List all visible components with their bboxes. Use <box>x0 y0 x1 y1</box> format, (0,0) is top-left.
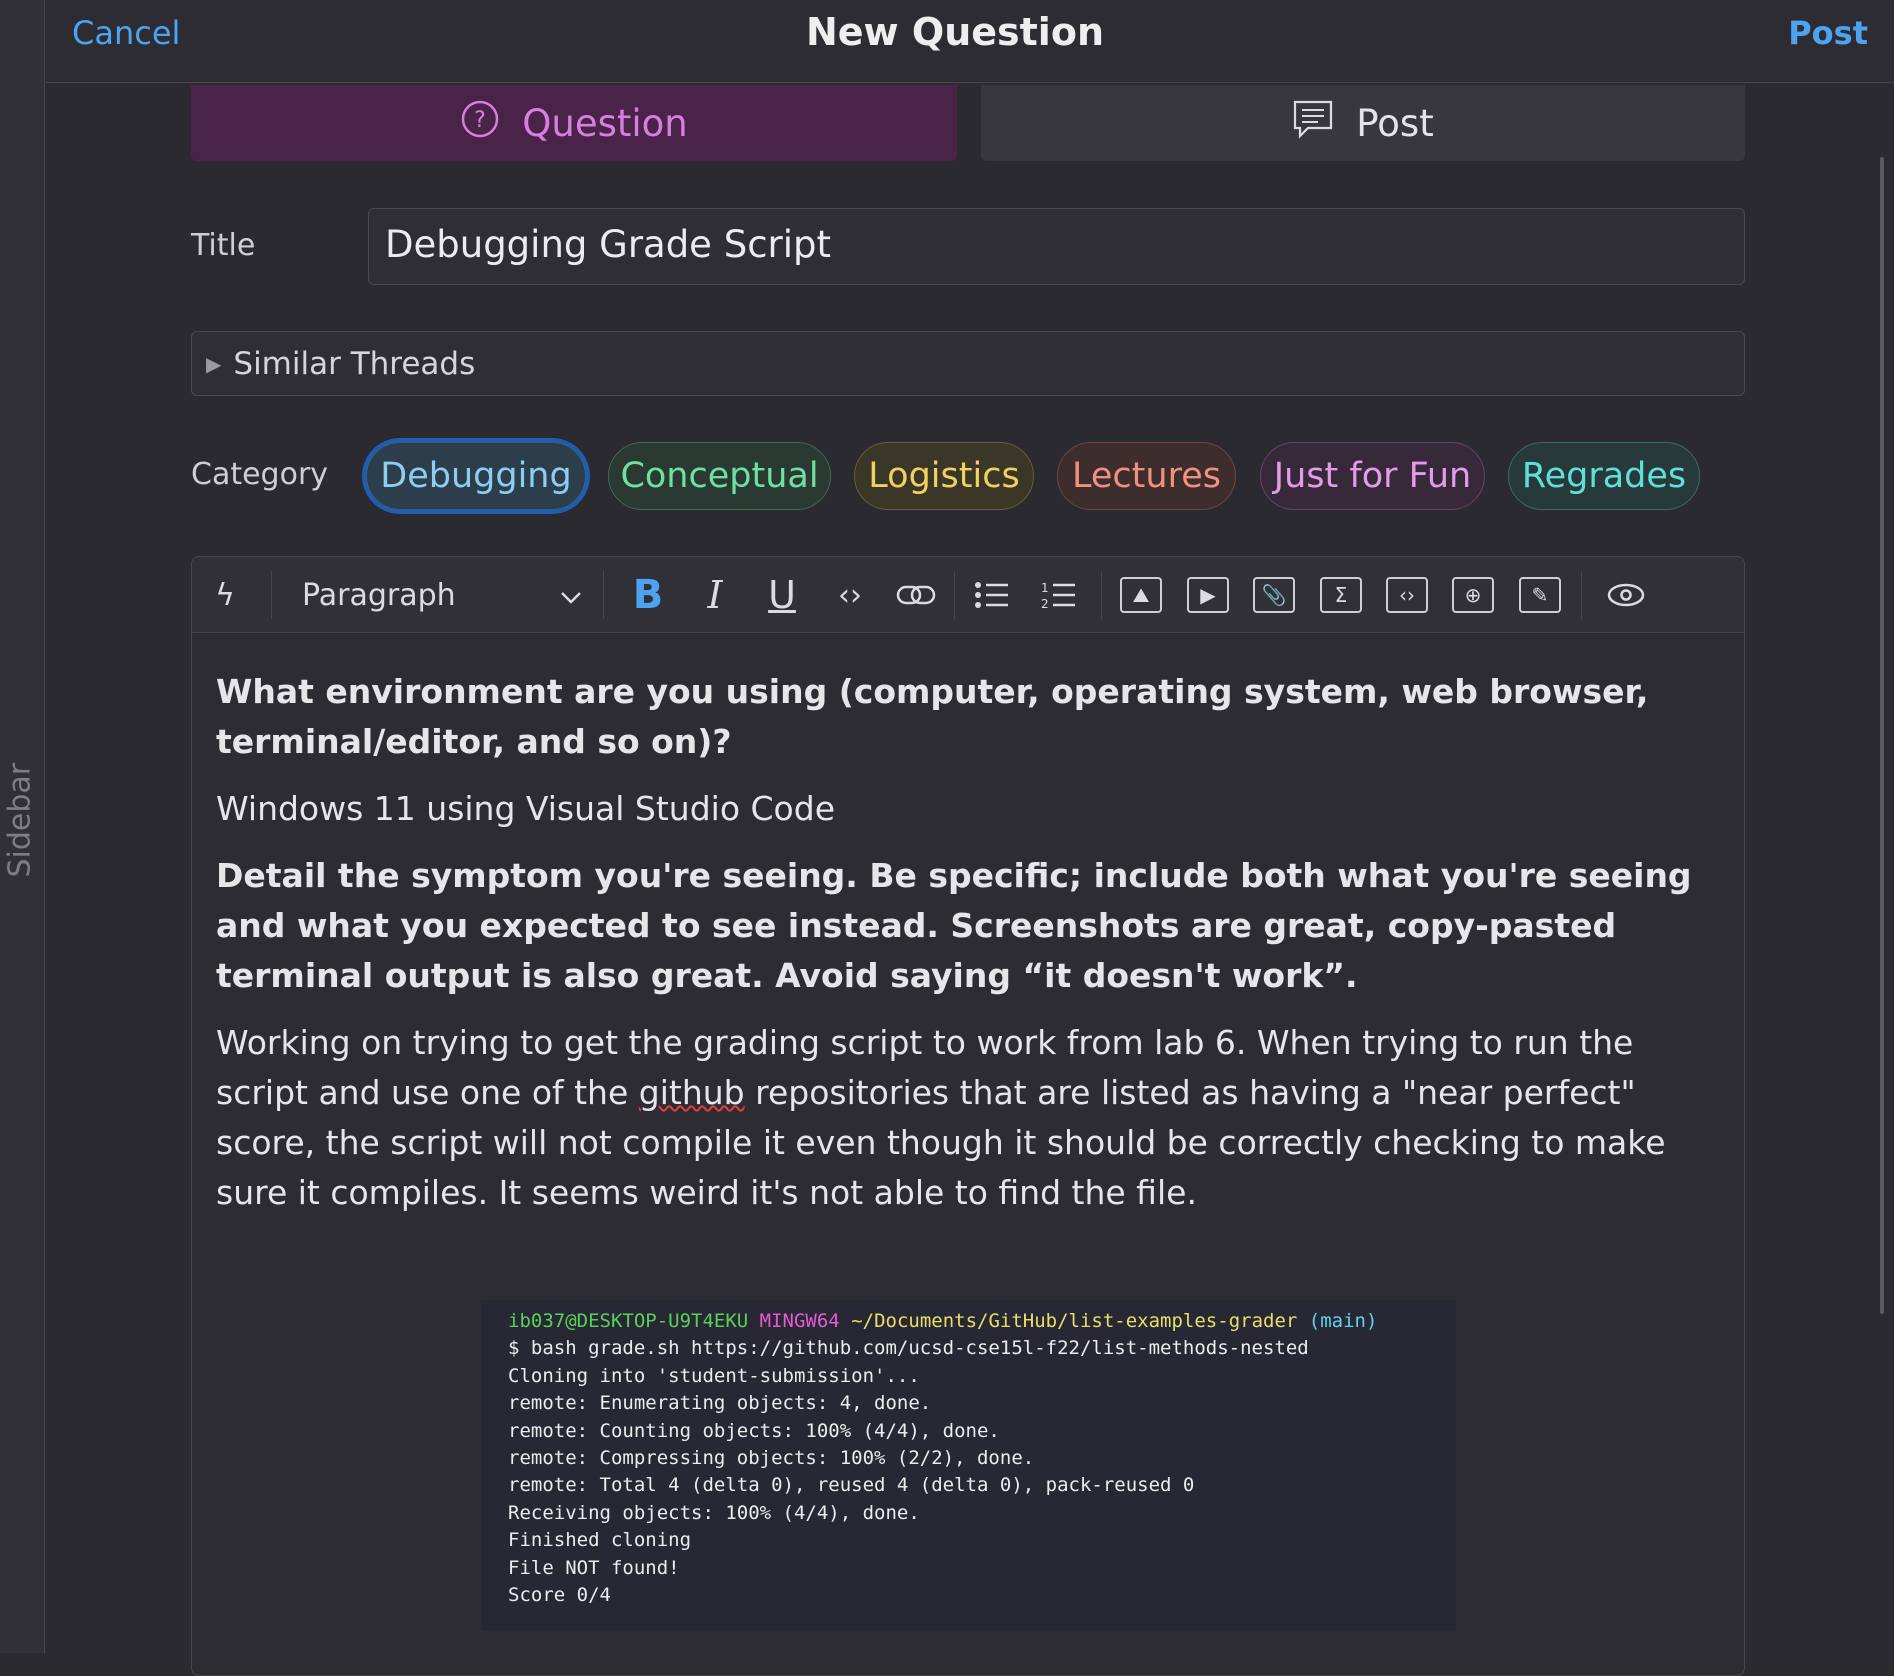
answer-environment: Windows 11 using Visual Studio Code <box>216 789 835 828</box>
link-icon[interactable] <box>892 573 940 617</box>
lightning-icon[interactable]: ϟ <box>210 573 240 617</box>
answer-symptom: Working on trying to get the grading scr… <box>216 1018 1726 1218</box>
similar-threads-toggle[interactable]: ▶ Similar Threads <box>191 331 1745 396</box>
terminal-line: Score 0/4 <box>508 1584 611 1607</box>
terminal-line: remote: Counting objects: 100% (4/4), do… <box>508 1419 1000 1442</box>
sidebar[interactable]: Sidebar <box>0 0 45 1653</box>
terminal-line: remote: Enumerating objects: 4, done. <box>508 1392 932 1415</box>
underline-button[interactable]: U <box>762 573 802 617</box>
italic-button[interactable]: I <box>695 573 735 617</box>
terminal-screenshot: ib037@DESKTOP-U9T4EKU MINGW64 ~/Document… <box>481 1300 1456 1631</box>
category-conceptual[interactable]: Conceptual <box>608 442 831 510</box>
preview-eye-icon[interactable] <box>1604 573 1648 617</box>
category-logistics[interactable]: Logistics <box>854 442 1034 510</box>
divider <box>954 571 955 619</box>
video-icon[interactable]: ▶ <box>1187 573 1229 617</box>
inline-code-icon[interactable]: ‹› <box>828 573 872 617</box>
web-embed-icon[interactable]: ⊕ <box>1452 573 1494 617</box>
svg-text:?: ? <box>474 108 486 133</box>
bold-button[interactable]: B <box>628 572 668 618</box>
terminal-line: Finished cloning <box>508 1529 692 1552</box>
caret-right-icon: ▶ <box>206 351 222 376</box>
scrollbar[interactable] <box>1880 157 1884 1314</box>
math-icon[interactable]: Σ <box>1320 573 1362 617</box>
comment-lines-icon <box>1292 99 1334 148</box>
image-icon[interactable]: ⛰ <box>1120 573 1162 617</box>
numbered-list-icon[interactable]: 12 <box>1039 573 1079 617</box>
category-regrades[interactable]: Regrades <box>1508 442 1700 510</box>
sidebar-label: Sidebar <box>2 762 38 878</box>
editor-toolbar: ϟ Paragraph B I U ‹› 12 ⛰ ▶ 📎 Σ ‹› ⊕ ✎ <box>192 557 1744 633</box>
tab-label: Post <box>1356 101 1434 145</box>
category-debugging[interactable]: Debugging <box>366 442 586 510</box>
chevron-down-icon <box>560 578 582 613</box>
prompt-environment: What environment are you using (computer… <box>216 672 1649 761</box>
divider <box>1581 571 1582 619</box>
title-input[interactable]: Debugging Grade Script <box>368 208 1745 285</box>
code-block-icon[interactable]: ‹› <box>1386 573 1428 617</box>
drawing-icon[interactable]: ✎ <box>1519 573 1561 617</box>
misspelled-word: github <box>638 1073 745 1112</box>
divider <box>1101 571 1102 619</box>
attachment-icon[interactable]: 📎 <box>1253 573 1295 617</box>
terminal-line: remote: Total 4 (delta 0), reused 4 (del… <box>508 1474 1195 1497</box>
header: Cancel New Question Post <box>46 0 1894 83</box>
tab-question[interactable]: ? Question <box>191 85 957 161</box>
terminal-line: $ bash grade.sh https://github.com/ucsd-… <box>508 1337 1309 1360</box>
question-circle-icon: ? <box>460 99 500 148</box>
editor-content[interactable]: What environment are you using (computer… <box>216 667 1726 1235</box>
bullet-list-icon[interactable] <box>972 573 1012 617</box>
svg-text:2: 2 <box>1041 597 1049 610</box>
divider <box>603 571 604 619</box>
title-label: Title <box>191 228 256 263</box>
terminal-shell: MINGW64 <box>759 1310 840 1332</box>
prompt-symptom: Detail the symptom you're seeing. Be spe… <box>216 856 1692 995</box>
terminal-path: ~/Documents/GitHub/list-examples-grader <box>851 1310 1298 1332</box>
terminal-line: Cloning into 'student-submission'... <box>508 1364 920 1387</box>
terminal-branch: (main) <box>1308 1310 1378 1332</box>
svg-text:1: 1 <box>1041 581 1049 595</box>
tab-label: Question <box>522 101 688 145</box>
divider <box>271 571 272 619</box>
similar-threads-label: Similar Threads <box>233 345 476 382</box>
terminal-line: remote: Compressing objects: 100% (2/2),… <box>508 1447 1035 1470</box>
tab-post[interactable]: Post <box>981 85 1745 161</box>
format-dropdown[interactable]: Paragraph <box>302 573 582 617</box>
category-label: Category <box>191 457 329 492</box>
terminal-line: Receiving objects: 100% (4/4), done. <box>508 1501 920 1524</box>
post-button[interactable]: Post <box>1788 14 1868 52</box>
category-lectures[interactable]: Lectures <box>1057 442 1236 510</box>
terminal-user: ib037@DESKTOP-U9T4EKU <box>508 1310 749 1332</box>
page-title: New Question <box>805 10 1104 54</box>
format-value: Paragraph <box>302 577 456 613</box>
terminal-line: File NOT found! <box>508 1556 680 1579</box>
terminal-prompt: ib037@DESKTOP-U9T4EKU MINGW64 ~/Document… <box>508 1308 1429 1335</box>
category-just-for-fun[interactable]: Just for Fun <box>1260 442 1485 510</box>
